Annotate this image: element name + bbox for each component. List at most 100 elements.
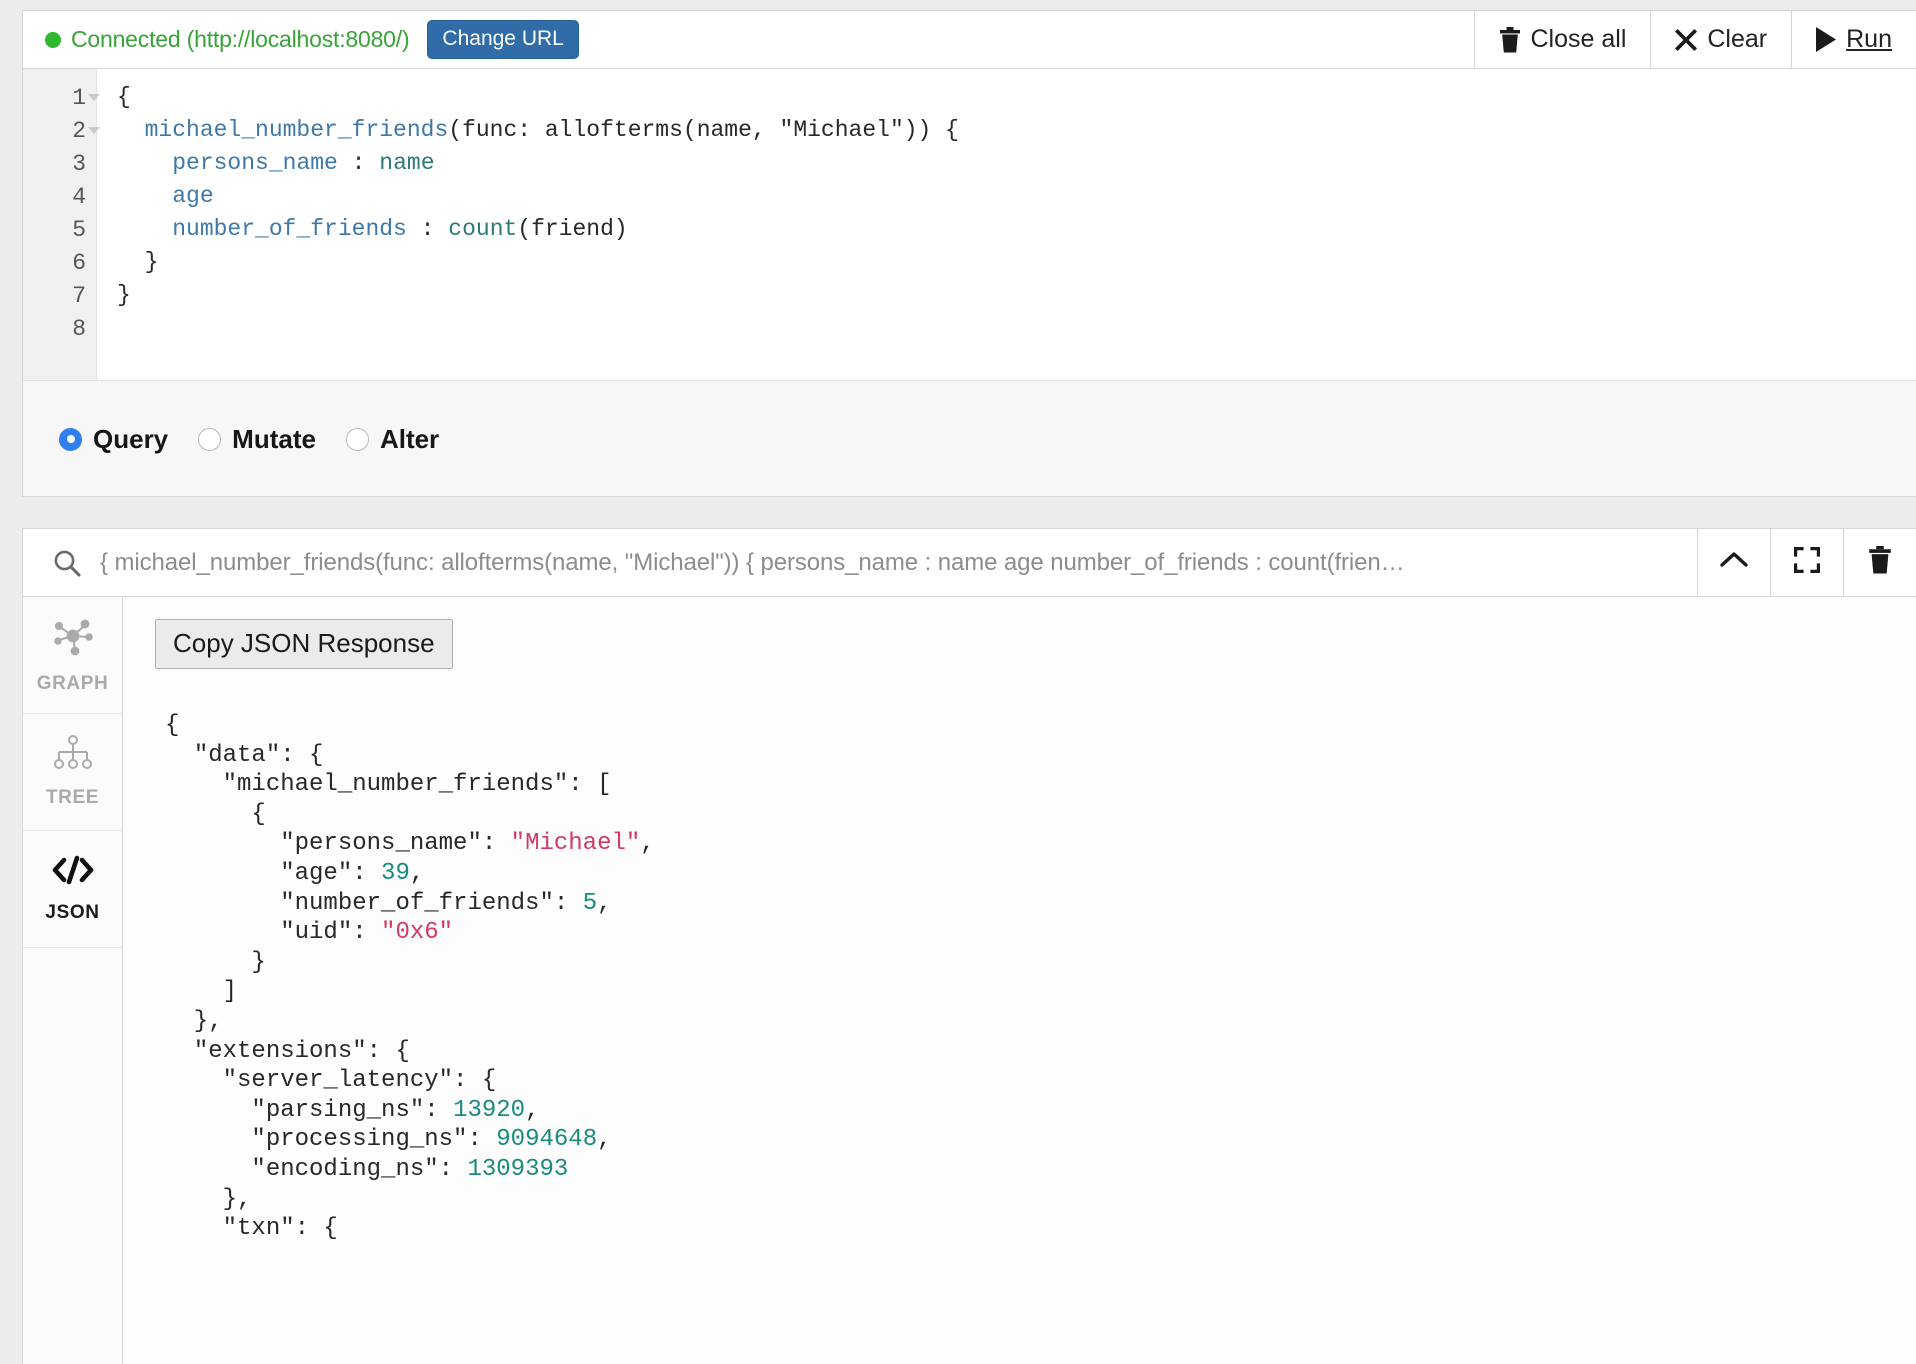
json-token: "Michael" (510, 830, 641, 858)
code-token: } (117, 282, 131, 308)
json-token: "number_of_friends" (280, 889, 554, 917)
sidebar-item-tree[interactable]: TREE (23, 714, 122, 831)
json-line: "processing_ns": 9094648, (165, 1125, 1916, 1155)
sidebar-item-graph[interactable]: GRAPH (23, 597, 122, 714)
json-token: , (597, 1126, 612, 1154)
json-line: "parsing_ns": 13920, (165, 1096, 1916, 1126)
json-token: , (409, 859, 425, 887)
json-token: "processing_ns" (251, 1126, 468, 1154)
json-line: "persons_name": "Michael", (165, 829, 1916, 859)
line-number: 8 (72, 315, 86, 342)
clear-button[interactable]: Clear (1650, 11, 1792, 68)
json-line: "uid": "0x6" (165, 918, 1916, 948)
radio-label: Query (93, 423, 169, 454)
code-token: (friend) (517, 216, 628, 242)
code-line: } (117, 279, 1916, 312)
json-line: "txn": { (165, 1214, 1916, 1244)
radio-circle-icon[interactable] (198, 427, 222, 451)
json-token: , (525, 1096, 540, 1124)
radio-circle-icon[interactable] (59, 427, 82, 451)
run-label: Run (1846, 25, 1892, 53)
json-token: : (424, 1096, 454, 1124)
json-line: { (165, 800, 1916, 830)
json-token: : (352, 919, 382, 947)
code-token: (func: allofterms(name, "Michael")) { (448, 117, 959, 143)
json-line: }, (165, 1185, 1916, 1215)
fold-arrow-icon[interactable] (88, 94, 100, 101)
radio-circle-icon[interactable] (345, 427, 369, 451)
json-token: "server_latency" (222, 1067, 454, 1095)
close-all-button[interactable]: Close all (1473, 11, 1651, 68)
json-token: "parsing_ns" (251, 1096, 425, 1124)
line-number: 4 (72, 183, 86, 210)
sidebar-item-tree-label: TREE (45, 787, 100, 808)
json-token: "age" (280, 859, 353, 887)
radio-alter[interactable]: Alter (345, 423, 440, 455)
code-line: age (117, 180, 1916, 213)
radio-mutate[interactable]: Mutate (198, 424, 316, 455)
query-search-field[interactable]: { michael_number_friends(func: allofterm… (23, 529, 1697, 596)
json-token: "txn" (222, 1215, 295, 1243)
code-token: } (117, 249, 159, 275)
json-token: }, (165, 1007, 223, 1035)
json-line: ] (165, 977, 1916, 1007)
query-search-value: { michael_number_friends(func: allofterm… (100, 548, 1405, 576)
json-line: { (165, 711, 1916, 741)
code-token: age (172, 183, 214, 209)
clear-label: Clear (1707, 25, 1768, 53)
editor-toolbar: Connected (http://localhost:8080/) Chang… (23, 11, 1916, 69)
json-line: "server_latency": { (165, 1066, 1916, 1096)
close-all-label: Close all (1530, 25, 1627, 53)
line-number: 6 (72, 249, 86, 276)
json-line: } (165, 948, 1916, 978)
fold-arrow-icon[interactable] (88, 127, 100, 134)
json-token: : (481, 830, 511, 858)
code-token: michael_number_friends (144, 117, 449, 143)
collapse-results-button[interactable] (1697, 529, 1770, 596)
chevron-up-icon (1719, 550, 1749, 575)
radio-query[interactable]: Query (59, 424, 168, 455)
json-line: "encoding_ns": 1309393 (165, 1155, 1916, 1185)
results-body: GRAPH TREE JSON Copy JSON Response {"da… (23, 597, 1916, 1364)
json-token: : { (366, 1037, 410, 1065)
code-brackets-icon (51, 854, 95, 891)
json-token: { (165, 712, 180, 739)
sidebar-item-json-label: JSON (45, 902, 100, 923)
line-number: 2 (23, 114, 100, 147)
copy-json-response-button[interactable]: Copy JSON Response (155, 619, 453, 669)
code-line: } (117, 246, 1916, 279)
code-editor[interactable]: 12 3 4 5 6 7 8 { michael_number_friends(func: … (23, 69, 1916, 380)
code-line: number_of_friends : count(friend) (117, 213, 1916, 246)
tree-hierarchy-icon (53, 735, 93, 776)
json-token: 9094648 (496, 1126, 598, 1154)
line-number: 7 (72, 282, 86, 309)
radio-label: Alter (379, 423, 440, 454)
fullscreen-button[interactable] (1770, 529, 1843, 596)
code-content[interactable]: { michael_number_friends(func: allofterm… (97, 69, 1916, 380)
json-line: "number_of_friends": 5, (165, 889, 1916, 919)
sidebar-item-json[interactable]: JSON (23, 831, 122, 948)
radio-label: Mutate (232, 423, 316, 454)
code-token: { (117, 84, 131, 110)
run-button[interactable]: Run (1791, 11, 1916, 68)
json-token: 1309393 (467, 1155, 569, 1183)
results-panel: { michael_number_friends(func: allofterm… (22, 528, 1916, 1364)
code-token: : (337, 150, 380, 176)
trash-icon (1499, 26, 1521, 53)
json-token: : [ (568, 771, 612, 799)
json-token: : { (294, 1215, 338, 1243)
json-token: "0x6" (381, 919, 454, 947)
code-token: count (448, 216, 518, 242)
change-url-button[interactable]: Change URL (427, 20, 579, 59)
json-line: "data": { (165, 741, 1916, 771)
code-token: name (379, 150, 435, 176)
code-line: { (117, 81, 1916, 114)
delete-results-button[interactable] (1843, 529, 1916, 596)
